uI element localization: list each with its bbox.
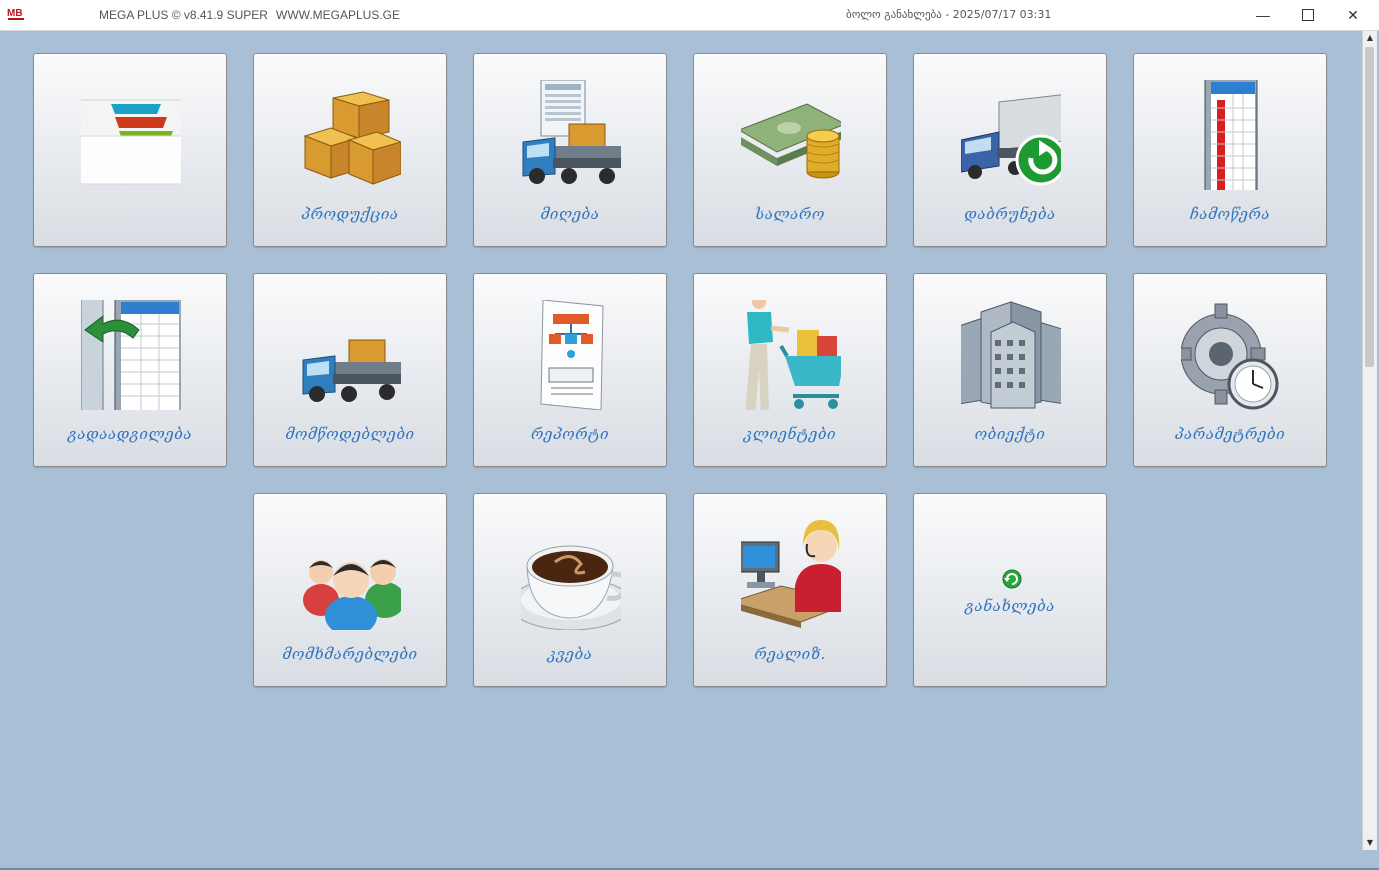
truck-invoice-icon: [522, 80, 621, 184]
gear-clock-icon: [1181, 303, 1279, 410]
coffee-icon: [521, 545, 621, 630]
buildings-icon: [961, 301, 1061, 409]
scroll-down-arrow-icon[interactable]: ▼: [1363, 836, 1377, 850]
tile-label: პარამეტრები: [1174, 425, 1286, 443]
folders-icon: [81, 99, 181, 185]
tile-label: რეალიზ.: [754, 645, 826, 663]
tile-label: მიღება: [540, 205, 600, 223]
tile-writeoff[interactable]: ჩამოწერა: [1133, 53, 1327, 247]
tile-label: ჩამოწერა: [1189, 205, 1271, 223]
tile-label: პროდუქცია: [301, 205, 399, 223]
tile-label: რეპორტი: [530, 425, 610, 443]
users-icon: [303, 559, 401, 630]
maximize-icon: [1302, 9, 1314, 21]
tile-users[interactable]: მომხმარებლები: [253, 493, 447, 687]
transfer-table-icon: [81, 300, 181, 410]
tile-object[interactable]: ობიექტი: [913, 273, 1107, 467]
maximize-button[interactable]: [1285, 0, 1331, 30]
tile-food[interactable]: კვება: [473, 493, 667, 687]
shopping-cart-icon: [745, 300, 841, 410]
supplier-truck-icon: [302, 339, 401, 402]
truck-return-icon: [961, 94, 1061, 186]
tile-suppliers[interactable]: მომწოდებლები: [253, 273, 447, 467]
last-update-status: ბოლო განახლება - 2025/07/17 03:31: [846, 8, 1052, 21]
tile-clients[interactable]: კლიენტები: [693, 273, 887, 467]
tile-label: განახლება: [965, 597, 1055, 615]
tile-label: მომხმარებლები: [282, 645, 418, 663]
close-icon: ✕: [1347, 6, 1359, 23]
app-logo-icon: MB: [7, 7, 25, 20]
tile-return[interactable]: დაბრუნება: [913, 53, 1107, 247]
minimize-icon: —: [1256, 7, 1270, 23]
refresh-icon: [1002, 569, 1022, 589]
tile-transfer[interactable]: გადაადგილება: [33, 273, 227, 467]
scroll-thumb[interactable]: [1365, 47, 1374, 367]
cashier-icon: [741, 520, 841, 628]
tile-label: მომწოდებლები: [285, 425, 415, 443]
tile-label: დაბრუნება: [964, 205, 1056, 223]
app-url: WWW.MEGAPLUS.GE: [276, 8, 401, 22]
boxes-icon: [303, 91, 401, 185]
tile-label: გადაადგილება: [67, 425, 193, 443]
tile-receiving[interactable]: მიღება: [473, 53, 667, 247]
tile-refresh[interactable]: განახლება: [913, 493, 1107, 687]
tile-products[interactable]: პროდუქცია: [253, 53, 447, 247]
tile-cashbox[interactable]: სალარო: [693, 53, 887, 247]
close-button[interactable]: ✕: [1330, 0, 1376, 30]
money-icon: [741, 103, 841, 179]
tile-label: სალარო: [755, 205, 825, 223]
scroll-up-arrow-icon[interactable]: ▲: [1363, 31, 1377, 45]
tile-label: კვება: [547, 645, 593, 663]
tile-report[interactable]: რეპორტი: [473, 273, 667, 467]
title-bar: MB MEGA PLUS © v8.41.9 SUPER WWW.MEGAPLU…: [0, 0, 1379, 31]
svg-text:MB: MB: [7, 8, 23, 19]
tile-label: ობიექტი: [974, 425, 1046, 443]
minimize-button[interactable]: —: [1240, 0, 1286, 30]
vertical-scrollbar[interactable]: ▲ ▼: [1362, 31, 1377, 850]
report-icon: [540, 300, 604, 410]
tile-sales[interactable]: რეალიზ.: [693, 493, 887, 687]
tile-settings[interactable]: პარამეტრები: [1133, 273, 1327, 467]
app-name: MEGA PLUS © v8.41.9 SUPER: [99, 8, 268, 22]
tile-label: კლიენტები: [743, 425, 837, 443]
tile-folders[interactable]: [33, 53, 227, 247]
writeoff-table-icon: [1204, 80, 1258, 190]
